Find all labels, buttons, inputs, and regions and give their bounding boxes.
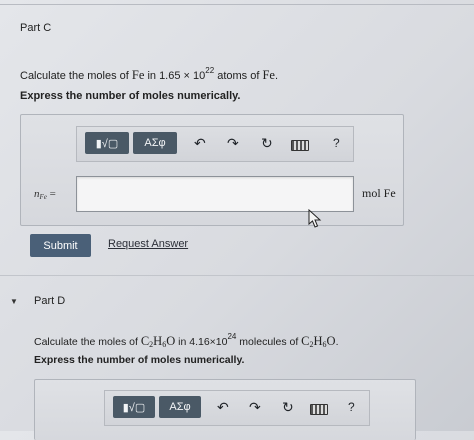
collapse-arrow-icon[interactable]: ▼ [10, 297, 18, 306]
undo-icon[interactable]: ↶ [217, 400, 229, 414]
formula-part: C [140, 334, 150, 348]
question-text-2: atoms of [214, 70, 263, 82]
element-symbol: Fe [131, 68, 145, 82]
reset-icon[interactable]: ↻ [261, 136, 273, 150]
formula-part: H [153, 334, 163, 348]
cursor-icon [308, 209, 322, 228]
part-c-instruction: Express the number of moles numerically. [20, 90, 241, 102]
part-c-title: Part C [20, 22, 52, 34]
formula-c2h6o-2: C2H6O [301, 334, 336, 349]
question-text-2: molecules of [236, 336, 302, 348]
keyboard-icon[interactable] [310, 403, 328, 417]
submit-button[interactable]: Submit [30, 234, 91, 257]
formula-part: C [301, 334, 310, 348]
part-d-question: Calculate the moles of C2H6O in 4.16×102… [34, 332, 339, 349]
variable-subscript: Fe [39, 193, 47, 201]
keyboard-icon[interactable] [291, 139, 309, 153]
unit-label: mol Fe [362, 186, 396, 200]
top-divider [0, 4, 474, 5]
redo-icon[interactable]: ↷ [249, 400, 261, 414]
templates-button[interactable]: ▮√▢ [85, 132, 129, 154]
part-c-math-toolbar: ▮√▢ ΑΣφ ↶ ↷ ↻ ? [76, 126, 354, 162]
element-symbol-2: Fe [262, 68, 275, 82]
part-d-math-toolbar: ▮√▢ ΑΣφ ↶ ↷ ↻ ? [104, 390, 370, 426]
greek-symbols-button[interactable]: ΑΣφ [133, 132, 177, 154]
equals-sign: = [49, 188, 56, 200]
request-answer-link[interactable]: Request Answer [108, 238, 188, 250]
question-text: Calculate the moles of [20, 70, 132, 82]
section-divider [0, 275, 474, 276]
formula-part: H [313, 334, 323, 348]
part-d-instruction: Express the number of moles numerically. [34, 354, 245, 366]
reset-icon[interactable]: ↻ [282, 400, 294, 414]
redo-icon[interactable]: ↷ [227, 136, 239, 150]
undo-icon[interactable]: ↶ [194, 136, 206, 150]
formula-c2h6o: C2H6O [140, 334, 176, 349]
greek-symbols-button[interactable]: ΑΣφ [159, 396, 201, 418]
answer-variable: nFe = [34, 188, 56, 201]
question-period: . [335, 336, 339, 348]
part-c-question: Calculate the moles of Fe in 1.65 × 1022… [20, 66, 278, 83]
part-d-title: Part D [34, 295, 66, 307]
exponent: 22 [205, 66, 215, 75]
help-icon[interactable]: ? [333, 136, 340, 150]
answer-input[interactable] [76, 176, 354, 212]
question-quantity: in 4.16×10 [175, 336, 228, 348]
formula-part: O [166, 334, 176, 348]
templates-button[interactable]: ▮√▢ [113, 396, 155, 418]
question-period: . [274, 70, 279, 82]
help-icon[interactable]: ? [348, 400, 355, 414]
formula-part: O [326, 334, 336, 348]
question-text: Calculate the moles of [34, 336, 141, 348]
question-quantity: in 1.65 × 10 [144, 70, 206, 82]
